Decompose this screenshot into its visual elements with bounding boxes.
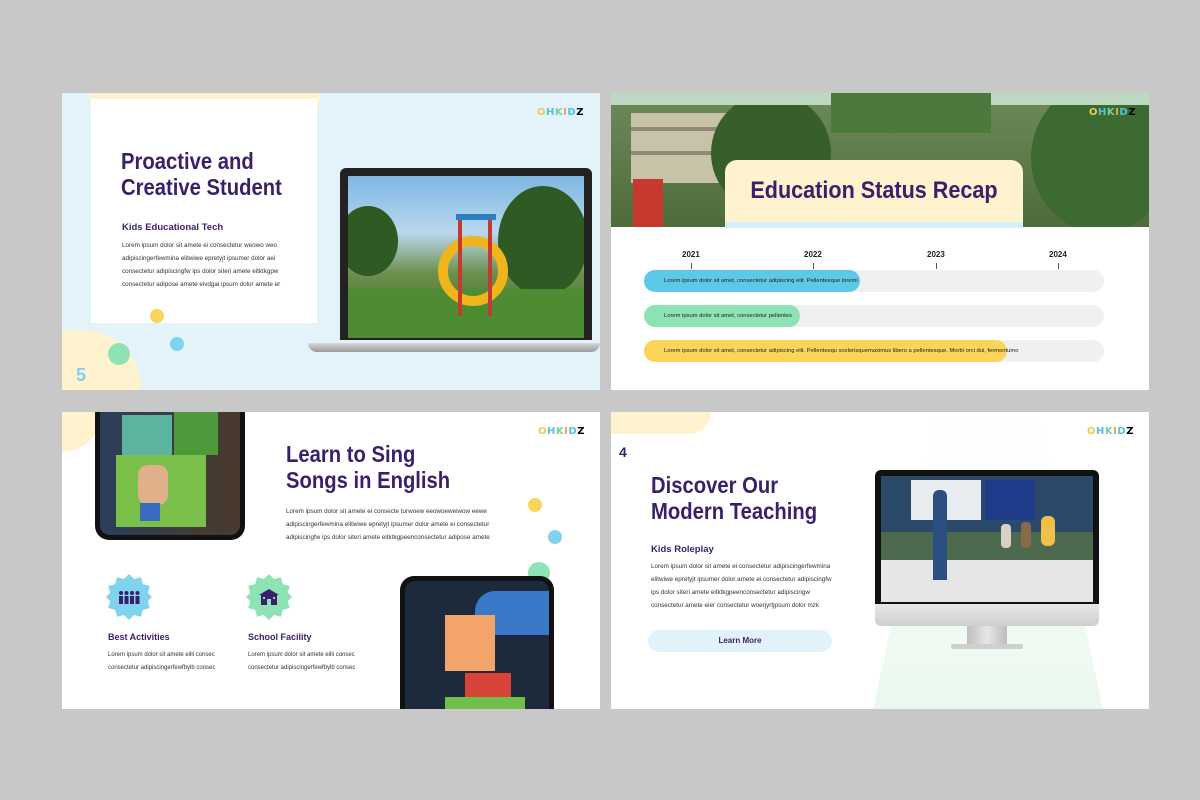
classroom-photo — [881, 476, 1093, 602]
timeline-tick — [936, 263, 937, 269]
playground-photo — [348, 176, 584, 338]
flower-icon — [528, 498, 542, 512]
decor-blob-bottom — [62, 330, 142, 390]
monitor-stand — [967, 626, 1007, 646]
slide-modern-teaching[interactable]: 4 OHKIDZ Discover Our Modern Teaching Ki… — [611, 412, 1149, 709]
progress-bar: Lorem ipsum dolor sit amet, consectetur … — [644, 305, 801, 327]
progress-bar: Lorem ipsum dolor sit amet, consectetur … — [644, 340, 1018, 362]
slide-body-text: Lorem ipsum dolor sit amete ei consecte … — [286, 508, 490, 541]
timeline-year: 2022 — [804, 250, 822, 259]
timeline-year: 2023 — [927, 250, 945, 259]
flower-icon — [108, 343, 130, 365]
slide-sing-songs[interactable]: OHKIDZ Learn to Sing Songs in English Lo… — [62, 412, 600, 709]
timeline-year: 2021 — [682, 250, 700, 259]
monitor-screen — [875, 470, 1099, 622]
progress-track: Lorem ipsum dolor sit amet, consectetur … — [644, 305, 1104, 327]
monitor-base — [951, 644, 1023, 649]
timeline-year: 2024 — [1049, 250, 1067, 259]
learn-more-button[interactable]: Learn More — [648, 630, 832, 652]
phone-mockup-bottom — [400, 576, 554, 709]
phone-mockup-top — [95, 412, 245, 540]
slide-title: Education Status Recap — [750, 177, 998, 204]
group-icon — [119, 591, 140, 604]
toy-blocks-photo — [100, 412, 240, 535]
school-icon — [259, 589, 279, 605]
brand-logo: OHKIDZ — [1087, 426, 1134, 437]
page-number: 5 — [76, 365, 87, 385]
timeline-tick — [691, 263, 692, 269]
slide-subtitle: Kids Educational Tech — [122, 222, 224, 233]
flower-icon — [548, 530, 562, 544]
progress-bar-text: Lorem ipsum dolor sit amet, consectetur … — [664, 348, 1019, 354]
school-facility-badge — [246, 574, 292, 620]
slide-education-recap[interactable]: OHKIDZ Education Status Recap 2021 2022 … — [611, 93, 1149, 390]
feature-body: Lorem ipsum dolor sit amete eilli consec… — [248, 652, 356, 671]
progress-track: Lorem ipsum dolor sit amet, consectetur … — [644, 340, 1104, 362]
timeline-tick — [813, 263, 814, 269]
slide-body-text: Lorem ipsum dolor sit amete ei consectet… — [122, 242, 281, 288]
slide-body-text: Lorem ipsum dolor sit amete ei consectet… — [651, 563, 832, 609]
laptop-screen — [340, 168, 592, 340]
best-activities-badge — [106, 574, 152, 620]
page-number: 4 — [619, 444, 627, 460]
hand-blocks-photo — [405, 581, 549, 709]
slide-proactive-student[interactable]: OHKIDZ Proactive and Creative Student Ki… — [62, 93, 600, 390]
progress-bar: Lorem ipsum dolor sit amet, consectetur … — [644, 270, 861, 292]
brand-logo: OHKIDZ — [537, 107, 584, 118]
slide-title: Proactive and Creative Student — [121, 148, 282, 200]
flower-icon — [170, 337, 184, 351]
timeline-tick — [1058, 263, 1059, 269]
brand-logo: OHKIDZ — [538, 426, 585, 437]
laptop-base — [308, 343, 600, 352]
progress-bar-text: Lorem ipsum dolor sit amet, consectetur … — [664, 313, 792, 319]
feature-body: Lorem ipsum dolor sit amete eilli consec… — [108, 652, 216, 671]
progress-track: Lorem ipsum dolor sit amet, consectetur … — [644, 270, 1104, 292]
feature-title: School Facility — [248, 632, 312, 642]
title-banner-strip — [725, 222, 1023, 228]
progress-bar-text: Lorem ipsum dolor sit amet, consectetur … — [664, 278, 858, 284]
monitor-chin — [875, 604, 1099, 626]
flower-icon — [150, 309, 164, 323]
slide-title: Learn to Sing Songs in English — [286, 441, 451, 493]
slide-title: Discover Our Modern Teaching — [651, 472, 818, 524]
feature-title: Best Activities — [108, 632, 170, 642]
slide-subtitle: Kids Roleplay — [651, 544, 714, 555]
decor-blob-top — [611, 412, 711, 434]
brand-logo: OHKIDZ — [1089, 107, 1136, 118]
